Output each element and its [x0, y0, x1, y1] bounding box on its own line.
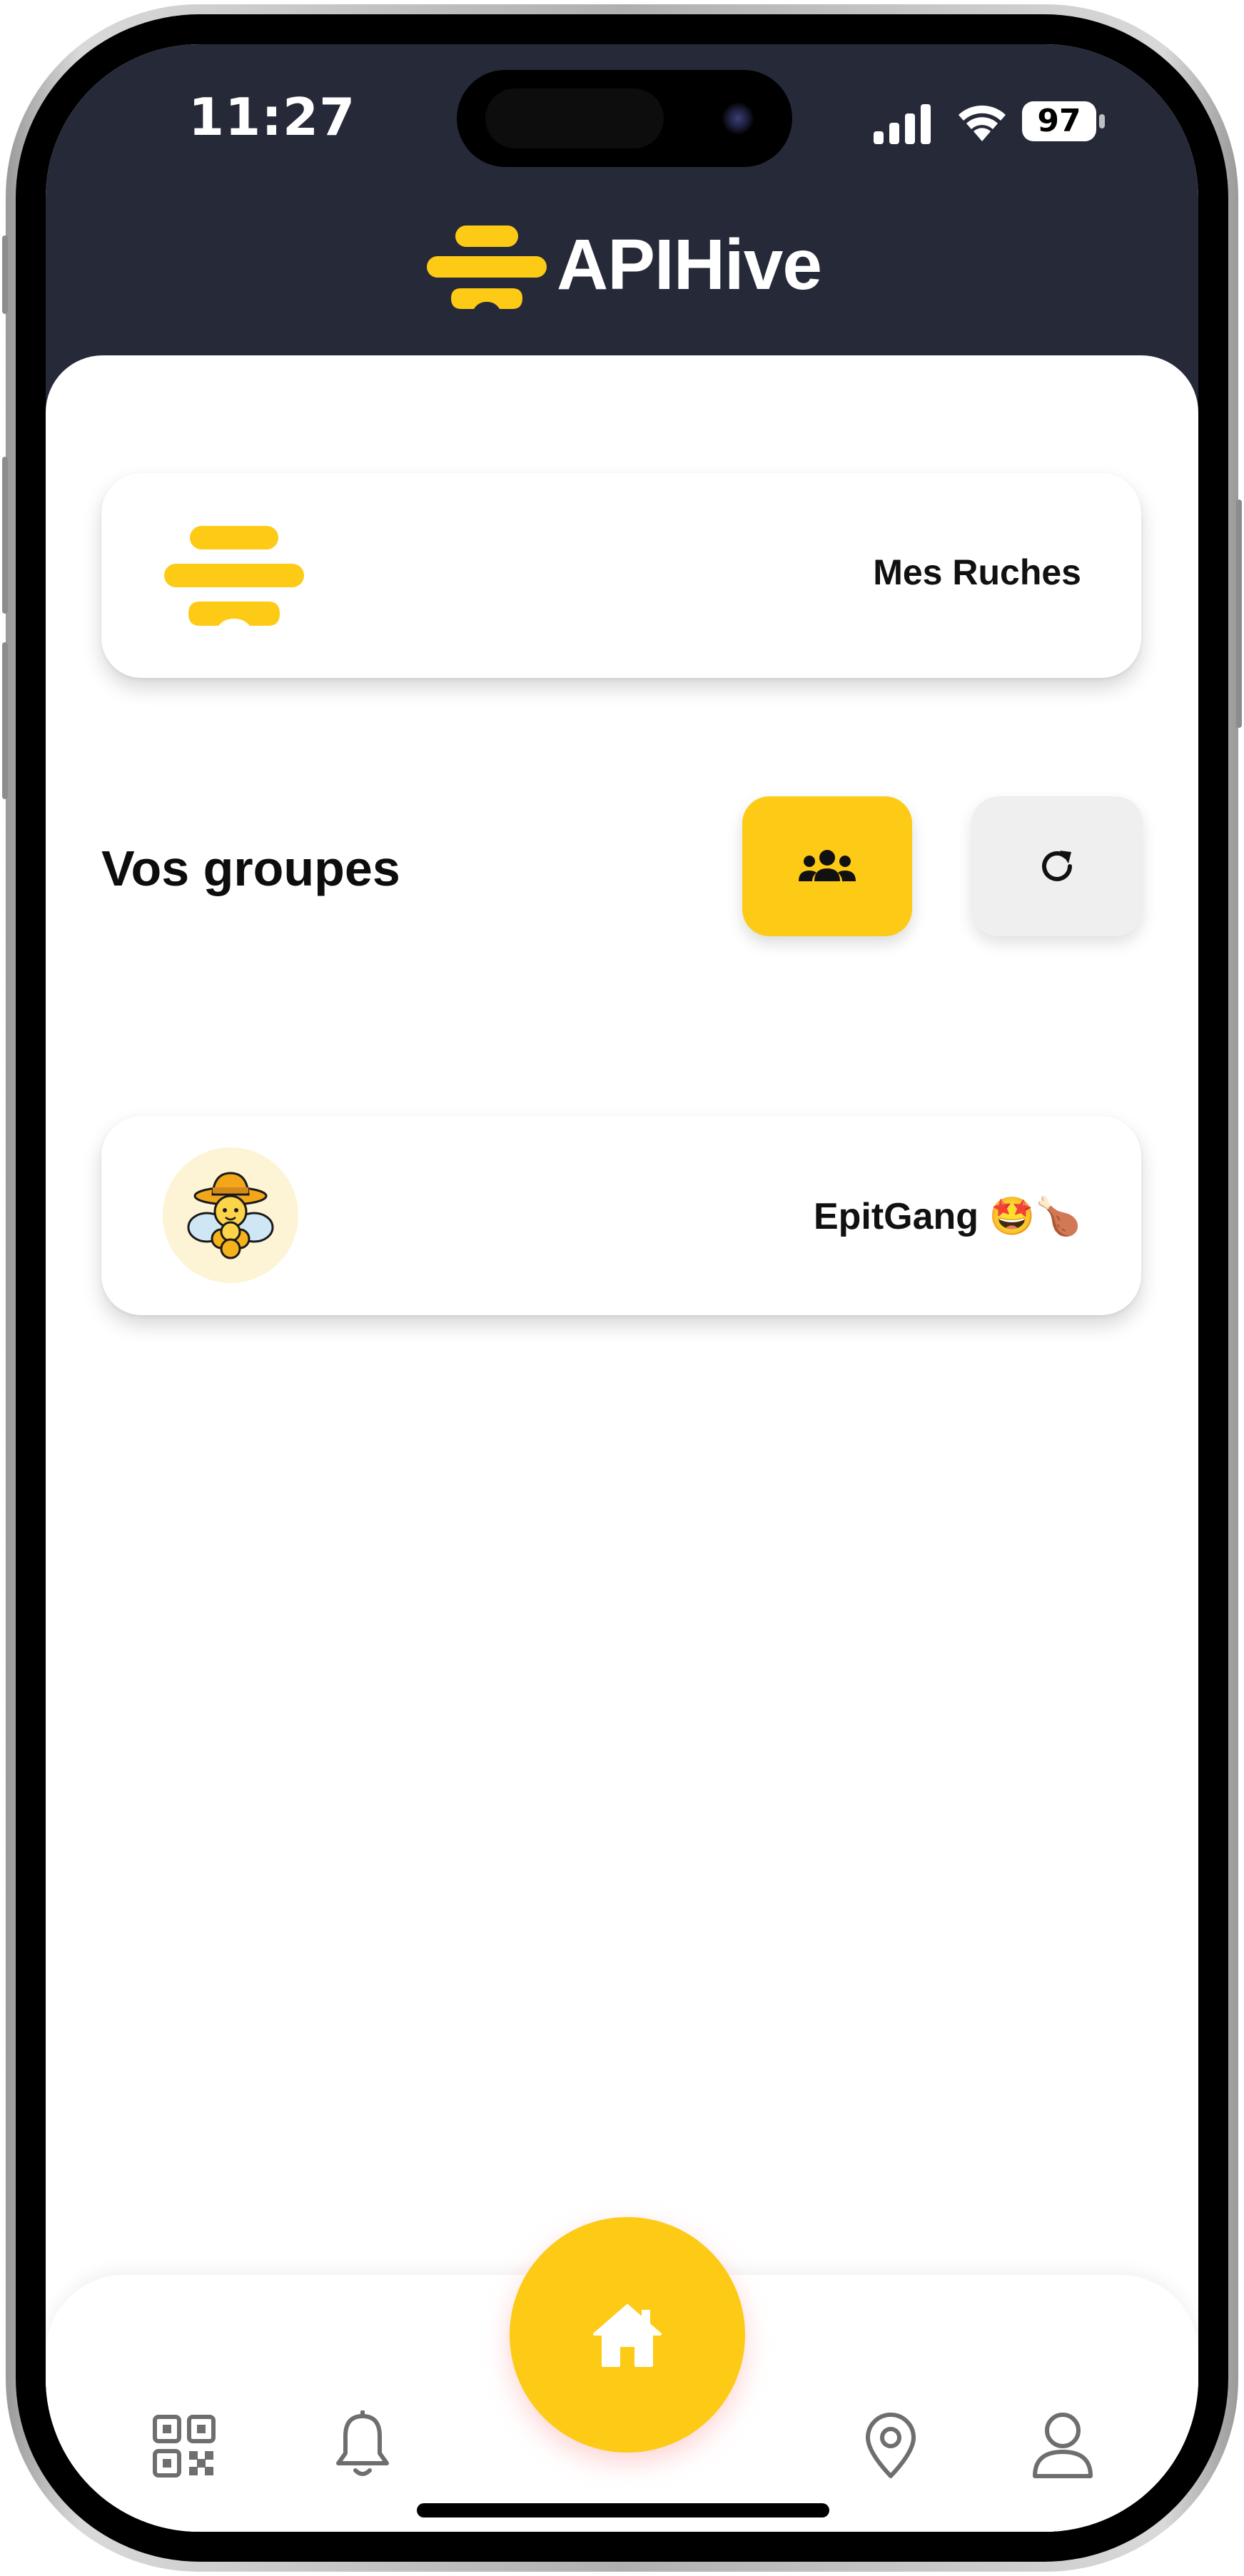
- home-icon: [593, 2304, 662, 2367]
- refresh-button[interactable]: [971, 796, 1143, 936]
- battery-percentage: 97: [1037, 103, 1081, 139]
- group-avatar: [163, 1147, 298, 1283]
- apihive-logo-icon: [427, 225, 547, 309]
- phone-side-button: [2, 235, 8, 314]
- phone-side-button: [1236, 500, 1242, 728]
- app-title: APIHive: [557, 225, 822, 305]
- phone-screen: 11:27 97 APIHive Mes Ruches Vos groupes …: [46, 44, 1198, 2532]
- map-pin-icon[interactable]: [862, 2410, 919, 2480]
- qr-code-icon[interactable]: [153, 2415, 216, 2478]
- groups-button[interactable]: [742, 796, 912, 936]
- group-name: EpitGang 🤩🍗: [813, 1196, 1081, 1237]
- hive-icon: [164, 526, 304, 626]
- users-group-icon: [799, 850, 856, 881]
- phone-side-button: [2, 642, 8, 799]
- status-time: 11:27: [188, 87, 356, 147]
- content-sheet: [46, 355, 1198, 2532]
- bell-icon[interactable]: [334, 2410, 391, 2479]
- group-card-epitgang[interactable]: EpitGang 🤩🍗: [101, 1116, 1141, 1315]
- battery-icon: 97: [1022, 101, 1108, 141]
- user-icon[interactable]: [1031, 2410, 1095, 2479]
- phone-side-button: [2, 457, 8, 614]
- dynamic-island: [457, 70, 792, 167]
- home-button[interactable]: [510, 2217, 745, 2453]
- mes-ruches-label: Mes Ruches: [873, 552, 1081, 592]
- mes-ruches-card[interactable]: Mes Ruches: [101, 473, 1141, 678]
- groups-heading: Vos groupes: [101, 841, 400, 896]
- front-camera: [722, 103, 754, 134]
- refresh-icon: [1042, 851, 1072, 881]
- beekeeper-bee-icon: [187, 1172, 274, 1259]
- home-indicator: [417, 2503, 829, 2517]
- island-sensor: [485, 88, 664, 148]
- wifi-icon: [959, 105, 1006, 141]
- cellular-signal-icon: [874, 104, 931, 144]
